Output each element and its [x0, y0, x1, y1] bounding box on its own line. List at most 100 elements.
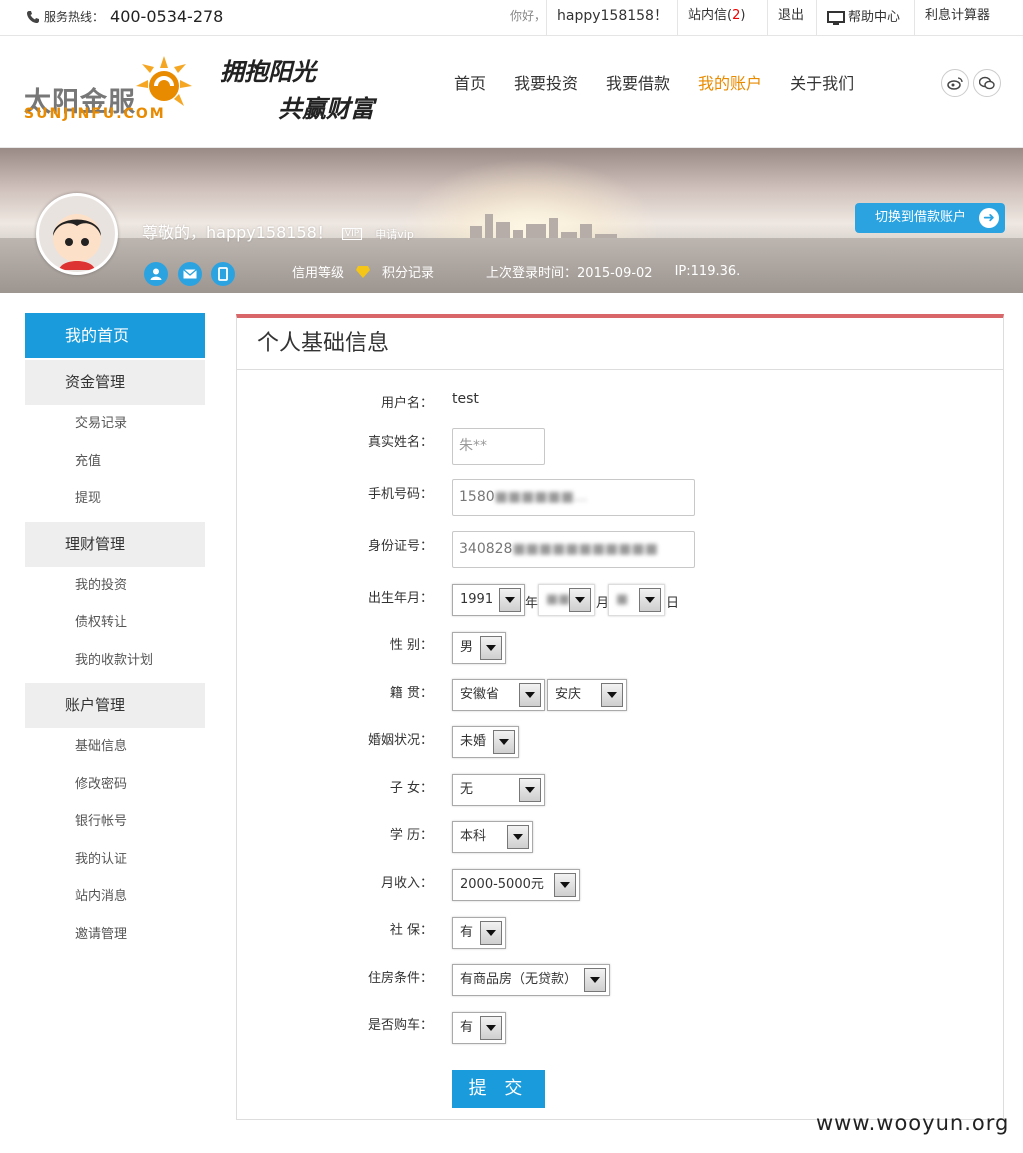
sidebar-item-change-password[interactable]: 修改密码 [25, 766, 205, 804]
messages-link[interactable]: 站内信(2) [677, 0, 755, 36]
nav-home[interactable]: 首页 [454, 70, 486, 94]
sidebar-item-home[interactable]: 我的首页 [25, 313, 205, 358]
watermark: www.wooyun.org [816, 1111, 1010, 1135]
logout-link[interactable]: 退出 [767, 0, 814, 36]
children-label: 子 女： [389, 781, 433, 796]
birth-year-select[interactable]: 1991 [452, 584, 525, 616]
wechat-icon[interactable] [973, 69, 1001, 97]
sidebar-item-recharge[interactable]: 充值 [25, 443, 205, 481]
sidebar-item-collection-plan[interactable]: 我的收款计划 [25, 642, 205, 680]
main-nav: 首页 我要投资 我要借款 我的账户 关于我们 [440, 70, 868, 94]
sidebar: 我的首页 资金管理 交易记录 充值 提现 理财管理 我的投资 债权转让 我的收款… [25, 313, 205, 953]
weibo-icon[interactable] [941, 69, 969, 97]
insurance-select[interactable]: 有 [452, 917, 506, 949]
nav-borrow[interactable]: 我要借款 [606, 70, 670, 94]
marriage-label: 婚姻状况： [367, 733, 433, 748]
city-select[interactable]: 安庆 [547, 679, 627, 711]
birth-label: 出生年月： [367, 591, 433, 606]
phone-row: 手机号码： 1580■■■■■■... [237, 479, 1003, 523]
realname-input[interactable]: 朱** [452, 428, 545, 465]
user-greeting-banner: 尊敬的，happy158158！ VIP 申请vip [142, 219, 414, 243]
nav-about[interactable]: 关于我们 [790, 70, 854, 94]
user-icon[interactable] [144, 262, 168, 286]
birth-month-redacted: ■■ [546, 592, 571, 607]
sidebar-item-transactions[interactable]: 交易记录 [25, 405, 205, 443]
top-bar: 服务热线： 400-0534-278 你好， happy158158！ 站内信(… [0, 0, 1023, 36]
car-select[interactable]: 有 [452, 1012, 506, 1044]
province-select[interactable]: 安徽省 [452, 679, 545, 711]
credit-level-link[interactable]: 信用等级 [292, 262, 344, 281]
sidebar-item-invitations[interactable]: 邀请管理 [25, 916, 205, 954]
hotline-number: 400-0534-278 [110, 7, 224, 26]
marriage-value: 未婚 [460, 734, 487, 749]
help-label: 帮助中心 [848, 10, 901, 25]
children-select[interactable]: 无 [452, 774, 545, 806]
calculator-link[interactable]: 利息计算器 [914, 0, 1000, 36]
birth-year-unit: 年 [525, 596, 539, 611]
gender-select[interactable]: 男 [452, 632, 506, 664]
income-select[interactable]: 2000-5000元 [452, 869, 580, 901]
sidebar-item-debt-transfer[interactable]: 债权转让 [25, 604, 205, 642]
children-value: 无 [460, 782, 474, 797]
sidebar-item-site-messages[interactable]: 站内消息 [25, 878, 205, 916]
header: 太阳金服 SUNJINFU.COM 拥抱阳光 共赢财富 首页 我要投资 我要借款… [0, 36, 1023, 148]
avatar-face-icon [53, 214, 101, 270]
mobile-icon[interactable] [211, 262, 235, 286]
city-value: 安庆 [555, 687, 582, 702]
gender-row: 性 别： 男 [237, 632, 1003, 674]
idcard-label: 身份证号： [367, 539, 433, 554]
education-row: 学 历： 本科 [237, 821, 1003, 864]
car-label: 是否购车： [367, 1018, 433, 1033]
marriage-select[interactable]: 未婚 [452, 726, 519, 758]
nav-my-account[interactable]: 我的账户 [698, 70, 762, 94]
points-record-link[interactable]: 积分记录 [382, 262, 434, 281]
apply-vip-link[interactable]: 申请vip [375, 228, 414, 241]
slogan: 拥抱阳光 共赢财富 [220, 52, 374, 124]
sidebar-section-funds[interactable]: 资金管理 [25, 360, 205, 405]
phone-label: 手机号码： [367, 487, 433, 502]
site-logo[interactable]: 太阳金服 SUNJINFU.COM [24, 54, 194, 126]
switch-to-borrow-account-button[interactable]: 切换到借款账户 ➜ [855, 203, 1005, 233]
nav-invest[interactable]: 我要投资 [514, 70, 578, 94]
birth-day-redacted: ■ [616, 592, 629, 607]
username-value: test [452, 391, 479, 407]
idcard-input[interactable]: 340828■■■■■■■■■■■ [452, 531, 695, 568]
phone-input[interactable]: 1580■■■■■■... [452, 479, 695, 516]
slogan-line2: 共赢财富 [278, 94, 374, 123]
housing-label: 住房条件： [367, 971, 433, 986]
sidebar-item-basic-info[interactable]: 基础信息 [25, 728, 205, 766]
phone-value: 1580 [459, 489, 495, 505]
sidebar-section-wealth[interactable]: 理财管理 [25, 521, 205, 567]
submit-button[interactable]: 提 交 [452, 1070, 545, 1108]
sidebar-item-my-verification[interactable]: 我的认证 [25, 841, 205, 879]
vip-badge: VIP [341, 227, 363, 240]
car-row: 是否购车： 有 [237, 1012, 1003, 1054]
marriage-row: 婚姻状况： 未婚 [237, 726, 1003, 769]
birth-day-select[interactable]: ■ [608, 584, 665, 616]
phone-icon [27, 10, 39, 23]
basic-info-panel: 个人基础信息 用户名： test 真实姓名： 朱** 手机号码： 1580■■■… [236, 314, 1004, 1120]
sidebar-item-withdraw[interactable]: 提现 [25, 480, 205, 518]
switch-button-label: 切换到借款账户 [875, 210, 967, 225]
diamond-icon [356, 265, 371, 278]
username-link[interactable]: happy158158！ [546, 0, 678, 36]
birth-month-select[interactable]: ■■ [538, 584, 595, 616]
chevron-down-icon [480, 921, 502, 945]
help-center-link[interactable]: 帮助中心 [816, 0, 910, 36]
mail-icon[interactable] [178, 262, 202, 286]
sidebar-item-bank-account[interactable]: 银行帐号 [25, 803, 205, 841]
education-label: 学 历： [389, 828, 433, 843]
housing-row: 住房条件： 有商品房（无贷款） [237, 964, 1003, 1007]
education-select[interactable]: 本科 [452, 821, 533, 853]
housing-select[interactable]: 有商品房（无贷款） [452, 964, 610, 996]
username-row: 用户名： test [237, 391, 1003, 432]
sidebar-section-account[interactable]: 账户管理 [25, 683, 205, 728]
sidebar-item-my-investments[interactable]: 我的投资 [25, 567, 205, 605]
hotline: 服务热线： 400-0534-278 [26, 7, 223, 26]
income-label: 月收入： [380, 876, 433, 891]
username-label: 用户名： [380, 396, 433, 411]
hotline-label: 服务热线： [44, 10, 105, 24]
avatar[interactable] [36, 193, 118, 275]
chevron-down-icon [639, 588, 661, 612]
chevron-down-icon [480, 1016, 502, 1040]
